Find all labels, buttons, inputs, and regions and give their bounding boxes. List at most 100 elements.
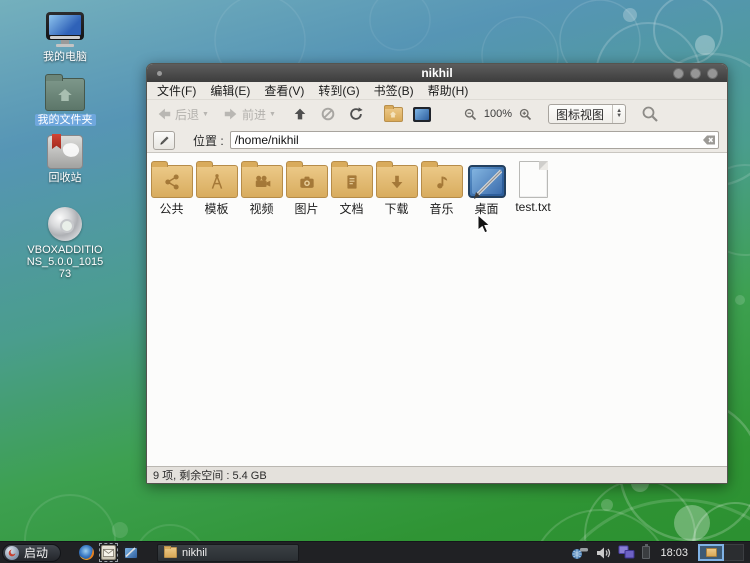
zoom-out-button[interactable] bbox=[460, 105, 481, 124]
folder-icon bbox=[241, 165, 283, 198]
desktop-icon-label: VBOXADDITIONS_5.0.0_101573 bbox=[25, 244, 105, 280]
firefox-launcher[interactable] bbox=[78, 544, 95, 561]
desktop-pager bbox=[698, 544, 744, 561]
folder-icon bbox=[376, 165, 418, 198]
zoom-level: 100% bbox=[481, 108, 515, 120]
up-arrow-icon bbox=[292, 106, 308, 122]
taskbar: 启动 nikhil bbox=[0, 541, 750, 563]
pager-window-thumb bbox=[706, 548, 717, 557]
clock[interactable]: 18:03 bbox=[657, 547, 691, 559]
menu-help[interactable]: 帮助(H) bbox=[425, 81, 472, 100]
view-mode-value: 图标视图 bbox=[549, 106, 612, 123]
file-label: 文档 bbox=[339, 200, 363, 217]
recycle-bin-icon bbox=[47, 135, 83, 169]
mouse-cursor bbox=[477, 214, 491, 234]
desktop-icon-my-computer[interactable]: 我的电脑 bbox=[22, 12, 108, 63]
desktop-button[interactable] bbox=[410, 105, 434, 124]
menu-edit[interactable]: 编辑(E) bbox=[207, 81, 253, 100]
task-label: nikhil bbox=[182, 547, 207, 559]
pencil-icon bbox=[158, 134, 171, 147]
menu-view[interactable]: 查看(V) bbox=[261, 81, 307, 100]
desktop: 我的电脑 我的文件夹 回收站 VBOXADDITIONS_5.0.0_10157… bbox=[0, 0, 750, 563]
status-bar: 9 项, 剩余空间 : 5.4 GB bbox=[147, 466, 727, 483]
minimize-button[interactable] bbox=[673, 68, 684, 79]
desktop-settings-icon bbox=[123, 546, 138, 559]
zoom-in-icon bbox=[518, 107, 533, 122]
desktop-settings-launcher[interactable] bbox=[122, 544, 139, 561]
my-computer-icon bbox=[46, 12, 84, 48]
forward-label: 前进 bbox=[242, 106, 266, 123]
maximize-button[interactable] bbox=[690, 68, 701, 79]
file-item-documents[interactable]: 文档 bbox=[329, 158, 374, 217]
desktop-icon bbox=[413, 107, 431, 122]
pager-desktop-1[interactable] bbox=[698, 544, 724, 561]
view-mode-select[interactable]: 图标视图 ▲▼ bbox=[548, 104, 626, 124]
menu-bookmarks[interactable]: 书签(B) bbox=[371, 81, 417, 100]
file-label: 公共 bbox=[159, 200, 183, 217]
pencil-overlay-icon bbox=[468, 163, 510, 203]
network-computers-icon[interactable] bbox=[618, 545, 635, 560]
file-label: 模板 bbox=[204, 200, 228, 217]
file-item-test-txt[interactable]: test.txt bbox=[509, 158, 557, 217]
stop-button[interactable] bbox=[317, 104, 339, 124]
system-tray: 18:03 bbox=[571, 544, 750, 561]
file-item-desktop[interactable]: 桌面 bbox=[464, 158, 509, 217]
file-row: 公共 模板 bbox=[149, 158, 727, 217]
back-dropdown-icon[interactable]: ▼ bbox=[202, 111, 209, 118]
forward-dropdown-icon[interactable]: ▼ bbox=[269, 111, 276, 118]
file-manager-icon bbox=[101, 545, 116, 560]
document-emblem-icon bbox=[342, 172, 362, 192]
taskbar-window-button[interactable]: nikhil bbox=[157, 544, 299, 562]
back-button[interactable]: 后退 ▼ bbox=[153, 104, 212, 125]
location-bar: 位置 : bbox=[147, 128, 727, 153]
volume-icon[interactable] bbox=[596, 546, 611, 560]
reload-button[interactable] bbox=[345, 104, 367, 124]
home-button[interactable] bbox=[381, 105, 406, 124]
file-manager-launcher[interactable] bbox=[100, 544, 117, 561]
menu-file[interactable]: 文件(F) bbox=[154, 81, 199, 100]
battery-icon[interactable] bbox=[642, 546, 650, 559]
reload-icon bbox=[348, 106, 364, 122]
forward-button[interactable]: 前进 ▼ bbox=[220, 104, 279, 125]
menu-go[interactable]: 转到(G) bbox=[315, 81, 362, 100]
desktop-icon-recycle-bin[interactable]: 回收站 bbox=[22, 133, 108, 184]
text-file-icon bbox=[519, 161, 548, 198]
file-item-music[interactable]: 音乐 bbox=[419, 158, 464, 217]
toolbar: 后退 ▼ 前进 ▼ bbox=[147, 100, 727, 128]
start-logo-icon bbox=[5, 546, 19, 560]
network-status-icon[interactable] bbox=[571, 546, 589, 560]
zoom-in-button[interactable] bbox=[515, 105, 536, 124]
desktop-icon-my-folder[interactable]: 我的文件夹 bbox=[22, 73, 108, 126]
music-note-emblem-icon bbox=[432, 172, 452, 192]
search-button[interactable] bbox=[638, 103, 662, 125]
up-button[interactable] bbox=[289, 104, 311, 124]
edit-path-button[interactable] bbox=[153, 131, 175, 150]
file-item-public[interactable]: 公共 bbox=[149, 158, 194, 217]
start-button[interactable]: 启动 bbox=[2, 544, 61, 562]
desktop-icon-label: 我的文件夹 bbox=[35, 114, 96, 126]
close-button[interactable] bbox=[707, 68, 718, 79]
file-item-pictures[interactable]: 图片 bbox=[284, 158, 329, 217]
cdrom-icon bbox=[48, 207, 82, 241]
file-item-downloads[interactable]: 下载 bbox=[374, 158, 419, 217]
location-input[interactable] bbox=[230, 131, 719, 149]
folder-icon bbox=[286, 165, 328, 198]
folder-icon bbox=[331, 165, 373, 198]
desktop-shortcut-icon bbox=[468, 165, 506, 198]
file-item-videos[interactable]: 视频 bbox=[239, 158, 284, 217]
search-icon bbox=[641, 105, 659, 123]
desktop-icon-vbox-cd[interactable]: VBOXADDITIONS_5.0.0_101573 bbox=[22, 203, 108, 280]
window-title: nikhil bbox=[147, 64, 727, 82]
file-item-templates[interactable]: 模板 bbox=[194, 158, 239, 217]
home-folder-icon bbox=[384, 107, 403, 122]
pager-desktop-2[interactable] bbox=[724, 544, 744, 561]
file-manager-window: nikhil 文件(F) 编辑(E) 查看(V) 转到(G) 书签(B) 帮助(… bbox=[146, 63, 728, 484]
window-titlebar[interactable]: nikhil bbox=[147, 64, 727, 82]
start-label: 启动 bbox=[24, 544, 48, 561]
folder-icon bbox=[151, 165, 193, 198]
file-view[interactable]: 公共 模板 bbox=[147, 153, 727, 466]
stop-icon bbox=[320, 106, 336, 122]
file-label: 视频 bbox=[249, 200, 273, 217]
clear-location-icon[interactable] bbox=[702, 134, 716, 146]
back-label: 后退 bbox=[175, 106, 199, 123]
